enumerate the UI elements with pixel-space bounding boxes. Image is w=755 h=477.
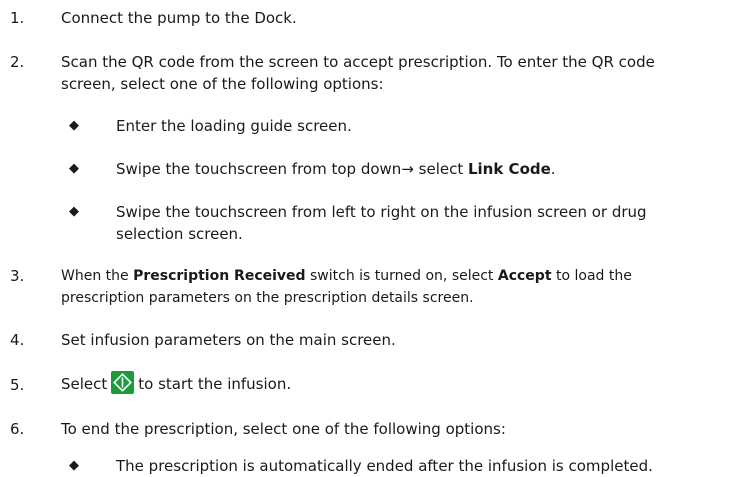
- step-2-number: 2.: [10, 53, 25, 71]
- accept-label: Accept: [497, 268, 552, 284]
- link-code-label: Link Code: [467, 160, 551, 178]
- step-3-text-line2: prescription parameters on the prescript…: [61, 290, 474, 306]
- instruction-page: 1. Connect the pump to the Dock. 2. Scan…: [0, 0, 755, 475]
- bullet-diamond-icon: ◆: [69, 204, 79, 219]
- step-3-mid: switch is turned on, select: [305, 268, 498, 284]
- prescription-received-label: Prescription Received: [133, 268, 306, 284]
- step-2-bullet-3-line1: Swipe the touchscreen from left to right…: [116, 203, 647, 221]
- step-1-text: Connect the pump to the Dock.: [61, 9, 297, 27]
- step-6-bullet-1: The prescription is automatically ended …: [116, 457, 653, 475]
- step-5-number: 5.: [10, 376, 25, 394]
- step-5-pre: Select: [61, 375, 108, 393]
- bullet-diamond-icon: ◆: [69, 118, 79, 133]
- step-3-post: to load the: [551, 268, 632, 284]
- step-3-number: 3.: [10, 267, 25, 285]
- step-5-text: Select to start the infusion.: [61, 371, 751, 396]
- step-2-bullet-2: Swipe the touchscreen from top down→ sel…: [116, 158, 746, 180]
- step-2-bullet-3-line2: selection screen.: [116, 225, 243, 243]
- bullet-diamond-icon: ◆: [69, 161, 79, 176]
- step-5-post: to start the infusion.: [138, 375, 292, 393]
- step-2-bullet-1: Enter the loading guide screen.: [116, 117, 352, 135]
- bullet-diamond-icon: ◆: [69, 458, 79, 473]
- step-2-text-line2: screen, select one of the following opti…: [61, 75, 384, 93]
- step-3-pre: When the: [61, 268, 134, 284]
- start-infusion-icon: [111, 371, 135, 394]
- step-2-bullet-2-post: .: [550, 160, 556, 178]
- step-1-number: 1.: [10, 9, 25, 27]
- step-2-bullet-2-pre: Swipe the touchscreen from top down→ sel…: [116, 160, 468, 178]
- step-2-text-line1: Scan the QR code from the screen to acce…: [61, 53, 655, 71]
- step-4-number: 4.: [10, 331, 25, 349]
- step-3-text-line1: When the Prescription Received switch is…: [61, 265, 751, 287]
- step-6-text: To end the prescription, select one of t…: [61, 420, 506, 438]
- step-6-number: 6.: [10, 420, 25, 438]
- step-4-text: Set infusion parameters on the main scre…: [61, 331, 396, 349]
